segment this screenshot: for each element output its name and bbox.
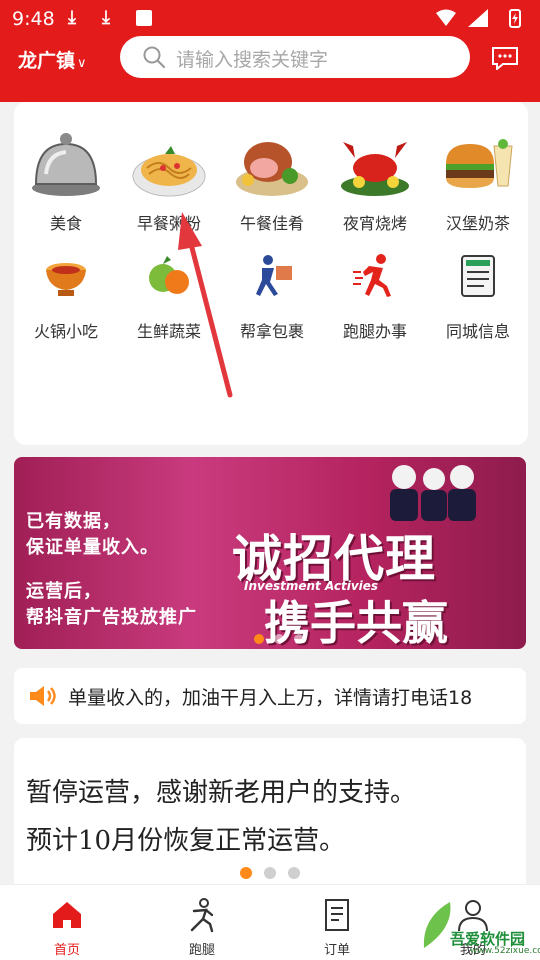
category-burger-tea[interactable]: 汉堡奶茶	[426, 124, 530, 234]
notice-text: 单量收入的，加油干月入上万，详情请打电话18	[68, 687, 473, 709]
category-lunch[interactable]: 午餐佳肴	[220, 124, 324, 234]
leaf-logo-icon	[423, 902, 451, 948]
image-icon	[136, 10, 152, 26]
home-icon	[53, 902, 81, 928]
courier-icon	[256, 255, 292, 296]
runner-icon	[190, 898, 214, 933]
category-food[interactable]: 美食	[14, 124, 118, 234]
tab-label: 订单	[323, 943, 350, 958]
announcement-line: 暂停运营，感谢新老用户的支持。	[26, 778, 417, 808]
banner-line: 保证单量收入。	[26, 537, 159, 558]
banner-line: 帮抖音广告投放推广	[26, 607, 197, 628]
order-icon	[325, 899, 349, 931]
category-label: 夜宵烧烤	[342, 214, 407, 233]
banner-line: 已有数据，	[26, 511, 121, 532]
category-label: 汉堡奶茶	[445, 214, 510, 233]
category-errands[interactable]: 跑腿办事	[323, 252, 427, 342]
pagination-dot[interactable]	[274, 634, 284, 644]
category-late-night-bbq[interactable]: 夜宵烧烤	[323, 124, 427, 234]
category-label: 午餐佳肴	[239, 214, 304, 233]
tab-errands[interactable]: 跑腿	[162, 897, 242, 958]
category-label: 跑腿办事	[342, 322, 407, 341]
banner-text-group-2: 运营后， 帮抖音广告投放推广	[26, 579, 197, 631]
speaker-icon	[30, 686, 56, 706]
category-label: 早餐粥粉	[136, 214, 201, 233]
fruit-icon	[149, 256, 189, 294]
watermark-site: www.52zixue.com	[470, 946, 540, 956]
category-grid: 美食 早餐粥粉 午餐佳肴 夜宵烧烤 汉堡奶茶 火锅小吃 生鲜蔬菜 帮拿包裹 跑腿…	[14, 102, 528, 445]
notice-bar[interactable]: 单量收入的，加油干月入上万，详情请打电话18	[14, 668, 526, 724]
category-local-info[interactable]: 同城信息	[426, 252, 530, 342]
tab-label: 跑腿	[188, 943, 215, 958]
category-label: 火锅小吃	[33, 322, 98, 341]
noodles-icon	[132, 146, 206, 197]
status-time: 9:48	[12, 8, 55, 30]
cloche-icon	[32, 133, 100, 196]
lobster-icon	[341, 142, 409, 196]
category-label: 生鲜蔬菜	[136, 322, 201, 341]
burger-icon	[446, 139, 513, 188]
message-icon[interactable]	[491, 46, 519, 70]
banner-text-group-1: 已有数据， 保证单量收入。	[26, 509, 159, 561]
tab-label: 首页	[53, 943, 80, 958]
category-label: 同城信息	[445, 322, 510, 341]
category-hotpot[interactable]: 火锅小吃	[14, 252, 118, 342]
banner-line: 运营后，	[26, 581, 102, 602]
search-icon	[143, 46, 166, 69]
top-header: 龙广镇 ∨ 请输入搜索关键字	[0, 36, 540, 80]
search-input[interactable]: 请输入搜索关键字	[120, 36, 470, 78]
download-icon: ⤓	[102, 7, 110, 28]
tab-orders[interactable]: 订单	[297, 897, 377, 958]
announcement-line: 预计10月份恢复正常运营。	[26, 826, 346, 856]
status-bar: 9:48 ⤓ ⤓	[0, 0, 540, 36]
tab-home[interactable]: 首页	[27, 897, 107, 958]
watermark: 吾爱软件园 www.52zixue.com	[420, 890, 540, 958]
pagination-dot[interactable]	[254, 634, 264, 644]
runner-icon	[353, 254, 391, 297]
businessmen-figures-icon	[390, 465, 476, 521]
banner-pagination	[254, 629, 314, 648]
wifi-signal-battery-icon	[436, 9, 521, 28]
category-fresh-produce[interactable]: 生鲜蔬菜	[117, 252, 221, 342]
chevron-down-icon: ∨	[77, 56, 87, 71]
category-label: 帮拿包裹	[239, 322, 304, 341]
pagination-dot[interactable]	[264, 867, 276, 879]
hotpot-icon	[46, 263, 86, 296]
pagination-dot[interactable]	[240, 867, 252, 879]
download-icon: ⤓	[68, 7, 76, 28]
search-placeholder: 请输入搜索关键字	[176, 49, 329, 71]
ham-platter-icon	[236, 142, 308, 196]
pagination-dot[interactable]	[288, 867, 300, 879]
location-label: 龙广镇	[18, 50, 76, 72]
pagination-dot[interactable]	[294, 634, 304, 644]
category-breakfast[interactable]: 早餐粥粉	[117, 124, 221, 234]
category-parcel-pickup[interactable]: 帮拿包裹	[220, 252, 324, 342]
status-icons	[434, 7, 528, 33]
promo-banner[interactable]: 已有数据， 保证单量收入。 运营后， 帮抖音广告投放推广 诚招代理 Invest…	[14, 457, 526, 649]
announcement-card: 暂停运营，感谢新老用户的支持。 预计10月份恢复正常运营。	[14, 738, 526, 898]
announcement-pagination	[240, 864, 312, 883]
category-label: 美食	[49, 214, 82, 233]
document-icon	[461, 255, 495, 297]
location-selector[interactable]: 龙广镇 ∨	[18, 46, 87, 73]
